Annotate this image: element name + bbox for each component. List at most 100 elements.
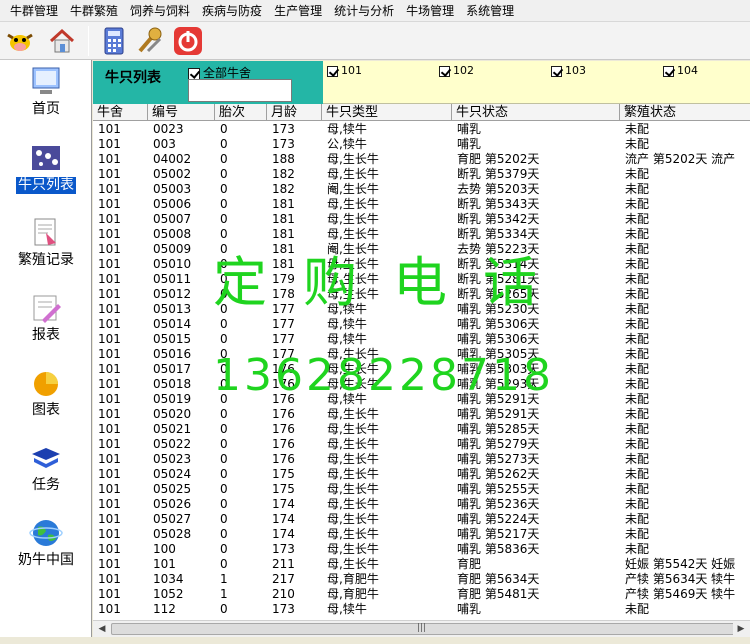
column-header-type[interactable]: 牛只类型 bbox=[322, 104, 452, 121]
home-icon[interactable] bbox=[46, 25, 78, 57]
table-row[interactable]: 101 05015 0 177 母,犊牛 哺乳 第5306天 未配 bbox=[93, 332, 750, 347]
sidebar-item-task[interactable]: 任务 bbox=[0, 440, 92, 494]
scroll-right-icon[interactable]: ▶ bbox=[733, 622, 749, 637]
table-row[interactable]: 101 05019 0 176 母,犊牛 哺乳 第5291天 未配 bbox=[93, 392, 750, 407]
table-row[interactable]: 101 04002 0 188 母,生长牛 育肥 第5202天 流产 第5202天 流产 bbox=[93, 152, 750, 167]
column-header-breeding[interactable]: 繁殖状态 bbox=[620, 104, 750, 121]
cell-pen: 101 bbox=[98, 347, 121, 361]
cell-type: 母,生长牛 bbox=[327, 542, 379, 556]
pen-checkbox-102[interactable]: 102 bbox=[439, 64, 474, 77]
table-row[interactable]: 101 05025 0 175 母,生长牛 哺乳 第5255天 未配 bbox=[93, 482, 750, 497]
cell-age: 181 bbox=[272, 197, 295, 211]
cell-status: 哺乳 第5224天 bbox=[457, 512, 540, 526]
sidebar-item-breeding-record[interactable]: 繁殖记录 bbox=[0, 215, 92, 269]
all-pens-field[interactable] bbox=[188, 79, 292, 102]
sidebar-item-home[interactable]: 首页 bbox=[0, 64, 92, 118]
table-row[interactable]: 101 05014 0 177 母,犊牛 哺乳 第5306天 未配 bbox=[93, 317, 750, 332]
horizontal-scrollbar[interactable]: ◀ ||| ▶ bbox=[93, 620, 750, 637]
cell-breeding: 未配 bbox=[625, 437, 650, 451]
cell-parity: 1 bbox=[220, 572, 228, 586]
table-row[interactable]: 101 100 0 173 母,生长牛 哺乳 第5836天 未配 bbox=[93, 542, 750, 557]
table-row[interactable]: 101 05018 0 176 母,生长牛 哺乳 第5293天 未配 bbox=[93, 377, 750, 392]
sidebar-item-cattle-list[interactable]: 牛只列表 bbox=[0, 140, 92, 194]
pen-checkbox-103[interactable]: 103 bbox=[551, 64, 586, 77]
table-row[interactable]: 101 05026 0 174 母,生长牛 哺乳 第5236天 未配 bbox=[93, 497, 750, 512]
scroll-left-icon[interactable]: ◀ bbox=[94, 622, 110, 637]
cell-pen: 101 bbox=[98, 272, 121, 286]
power-icon[interactable] bbox=[172, 25, 204, 57]
scroll-thumb[interactable]: ||| bbox=[111, 623, 736, 635]
table-row[interactable]: 101 05020 0 176 母,生长牛 哺乳 第5291天 未配 bbox=[93, 407, 750, 422]
column-header-parity[interactable]: 胎次 bbox=[215, 104, 267, 121]
cell-id: 05018 bbox=[153, 377, 192, 391]
table-row[interactable]: 101 05027 0 174 母,生长牛 哺乳 第5224天 未配 bbox=[93, 512, 750, 527]
pen-checkbox-104[interactable]: 104 bbox=[663, 64, 698, 77]
cell-breeding: 未配 bbox=[625, 137, 650, 151]
cell-status: 哺乳 第5273天 bbox=[457, 452, 540, 466]
table-row[interactable]: 101 05017 0 176 母,生长牛 哺乳 第5303天 未配 bbox=[93, 362, 750, 377]
column-header-id[interactable]: 编号 bbox=[148, 104, 215, 121]
menu-disease[interactable]: 疾病与防疫 bbox=[196, 0, 268, 22]
table-row[interactable]: 101 112 0 173 母,犊牛 哺乳 未配 bbox=[93, 602, 750, 617]
table-row[interactable]: 101 05002 0 182 母,生长牛 断乳 第5379天 未配 bbox=[93, 167, 750, 182]
cell-parity: 0 bbox=[220, 227, 228, 241]
menu-statistics[interactable]: 统计与分析 bbox=[328, 0, 400, 22]
table-row[interactable]: 101 05007 0 181 母,生长牛 断乳 第5342天 未配 bbox=[93, 212, 750, 227]
list-header: 牛只列表 全部牛舍 bbox=[93, 61, 323, 104]
menu-production[interactable]: 生产管理 bbox=[268, 0, 328, 22]
cell-type: 母,生长牛 bbox=[327, 347, 379, 361]
pen-checkbox-101[interactable]: 101 bbox=[327, 64, 362, 77]
table-row[interactable]: 101 05013 0 177 母,犊牛 哺乳 第5230天 未配 bbox=[93, 302, 750, 317]
cell-age: 176 bbox=[272, 392, 295, 406]
cell-parity: 0 bbox=[220, 347, 228, 361]
menu-feeding[interactable]: 饲养与饲料 bbox=[124, 0, 196, 22]
table-row[interactable]: 101 05028 0 174 母,生长牛 哺乳 第5217天 未配 bbox=[93, 527, 750, 542]
calculator-icon[interactable] bbox=[98, 25, 130, 57]
table-row[interactable]: 101 05023 0 176 母,生长牛 哺乳 第5273天 未配 bbox=[93, 452, 750, 467]
sidebar-item-chart[interactable]: 图表 bbox=[0, 365, 92, 419]
table-row[interactable]: 101 05011 0 179 母,生长牛 断乳 第5281天 未配 bbox=[93, 272, 750, 287]
table-row[interactable]: 101 05009 0 181 阉,生长牛 去势 第5223天 未配 bbox=[93, 242, 750, 257]
table-row[interactable]: 101 05003 0 182 阉,生长牛 去势 第5203天 未配 bbox=[93, 182, 750, 197]
menu-farm[interactable]: 牛场管理 bbox=[400, 0, 460, 22]
cell-status: 哺乳 第5236天 bbox=[457, 497, 540, 511]
cell-parity: 0 bbox=[220, 377, 228, 391]
cell-type: 公,犊牛 bbox=[327, 137, 367, 151]
tools-icon[interactable] bbox=[134, 25, 166, 57]
table-row[interactable]: 101 05021 0 176 母,生长牛 哺乳 第5285天 未配 bbox=[93, 422, 750, 437]
table-row[interactable]: 101 0023 0 173 母,犊牛 哺乳 未配 bbox=[93, 122, 750, 137]
table-row[interactable]: 101 05006 0 181 母,生长牛 断乳 第5343天 未配 bbox=[93, 197, 750, 212]
cell-pen: 101 bbox=[98, 392, 121, 406]
column-header-age[interactable]: 月龄 bbox=[267, 104, 322, 121]
cell-type: 母,生长牛 bbox=[327, 557, 379, 571]
menu-system[interactable]: 系统管理 bbox=[460, 0, 520, 22]
cell-pen: 101 bbox=[98, 587, 121, 601]
column-header-status[interactable]: 牛只状态 bbox=[452, 104, 620, 121]
table-row[interactable]: 101 1034 1 217 母,育肥牛 育肥 第5634天 产犊 第5634天 犊牛 bbox=[93, 572, 750, 587]
table-row[interactable]: 101 05010 0 181 母,生长牛 断乳 第5314天 未配 bbox=[93, 257, 750, 272]
cow-icon[interactable] bbox=[4, 25, 36, 57]
cell-age: 175 bbox=[272, 482, 295, 496]
cell-pen: 101 bbox=[98, 497, 121, 511]
cell-age: 176 bbox=[272, 437, 295, 451]
table-row[interactable]: 101 101 0 211 母,生长牛 育肥 妊娠 第5542天 妊娠 bbox=[93, 557, 750, 572]
menu-breeding[interactable]: 牛群繁殖 bbox=[64, 0, 124, 22]
sidebar-item-dairy-china[interactable]: 奶牛中国 bbox=[0, 515, 92, 569]
table-row[interactable]: 101 05016 0 177 母,生长牛 哺乳 第5305天 未配 bbox=[93, 347, 750, 362]
column-header-pen[interactable]: 牛舍 bbox=[93, 104, 148, 121]
table-row[interactable]: 101 05008 0 181 母,生长牛 断乳 第5334天 未配 bbox=[93, 227, 750, 242]
table-row[interactable]: 101 1052 1 210 母,育肥牛 育肥 第5481天 产犊 第5469天 犊牛 bbox=[93, 587, 750, 602]
table-row[interactable]: 101 05024 0 175 母,生长牛 哺乳 第5262天 未配 bbox=[93, 467, 750, 482]
cell-age: 173 bbox=[272, 542, 295, 556]
cell-pen: 101 bbox=[98, 362, 121, 376]
cell-type: 母,育肥牛 bbox=[327, 572, 379, 586]
table-row[interactable]: 101 003 0 173 公,犊牛 哺乳 未配 bbox=[93, 137, 750, 152]
cell-pen: 101 bbox=[98, 197, 121, 211]
table-row[interactable]: 101 05022 0 176 母,生长牛 哺乳 第5279天 未配 bbox=[93, 437, 750, 452]
cell-breeding: 未配 bbox=[625, 542, 650, 556]
sidebar-item-report[interactable]: 报表 bbox=[0, 290, 92, 344]
table-row[interactable]: 101 05012 0 178 母,生长牛 断乳 第5265天 未配 bbox=[93, 287, 750, 302]
cell-parity: 0 bbox=[220, 392, 228, 406]
cell-type: 母,生长牛 bbox=[327, 482, 379, 496]
menu-cattle-management[interactable]: 牛群管理 bbox=[4, 0, 64, 22]
